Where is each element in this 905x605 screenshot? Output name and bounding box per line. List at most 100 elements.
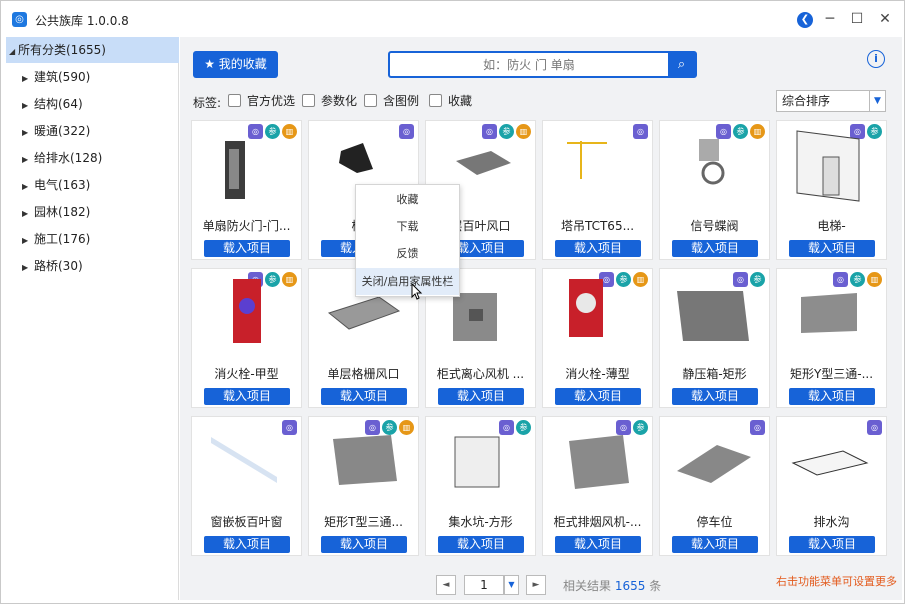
sidebar-item-landscape[interactable]: ▶ 园林(182) <box>6 199 179 225</box>
result-prefix: 相关结果 <box>563 579 612 593</box>
sort-select[interactable]: 综合排序 ▼ <box>776 90 886 112</box>
card-thumbnail <box>785 435 880 513</box>
app-logo-icon: ◎ <box>12 12 27 27</box>
card-name: 电梯- <box>817 219 846 233</box>
checkbox-icon[interactable] <box>429 94 442 107</box>
brand-badge-icon: ◎ <box>633 124 648 139</box>
page-dropdown-icon[interactable]: ▼ <box>504 575 519 595</box>
sidebar-item-plumbing[interactable]: ▶ 给排水(128) <box>6 145 179 171</box>
back-icon[interactable]: ❮ <box>797 12 813 28</box>
load-into-project-button[interactable]: 载入项目 <box>321 536 407 553</box>
load-into-project-button[interactable]: 载入项目 <box>204 536 290 553</box>
param-badge-icon: 参 <box>265 124 280 139</box>
maximize-button[interactable]: ☐ <box>846 9 868 29</box>
collapse-arrow-icon[interactable]: ▶ <box>22 93 34 119</box>
family-card[interactable]: ◎ 停车位 载入项目 <box>659 416 770 556</box>
card-badges: ◎ 参 ▥ <box>480 124 531 139</box>
sidebar-item-label: 电气(163) <box>34 178 91 192</box>
search-icon[interactable]: ⌕ <box>668 53 695 76</box>
filter-official[interactable]: 官方优选 <box>228 93 295 109</box>
card-name: 矩形Y型三通-... <box>789 367 874 381</box>
prev-page-button[interactable]: ◄ <box>436 575 456 595</box>
collapse-arrow-icon[interactable]: ▶ <box>22 201 34 227</box>
brand-badge-icon: ◎ <box>750 420 765 435</box>
load-into-project-button[interactable]: 载入项目 <box>438 388 524 405</box>
info-icon[interactable]: i <box>867 50 885 68</box>
filter-favorite[interactable]: 收藏 <box>429 93 472 109</box>
checkbox-icon[interactable] <box>302 94 315 107</box>
next-page-button[interactable]: ► <box>526 575 546 595</box>
collapse-arrow-icon[interactable]: ▶ <box>22 174 34 200</box>
page-input[interactable]: 1 <box>464 575 504 595</box>
family-card[interactable]: ◎ 参 ▥ 消火栓-薄型 载入项目 <box>542 268 653 408</box>
family-card[interactable]: ◎ 参 ▥ 单扇防火门-门... 载入项目 <box>191 120 302 260</box>
sidebar-item-road-bridge[interactable]: ▶ 路桥(30) <box>6 253 179 279</box>
card-thumbnail <box>200 435 295 513</box>
load-into-project-button[interactable]: 载入项目 <box>672 536 758 553</box>
card-name: 集水坑-方形 <box>448 515 513 529</box>
family-card[interactable]: ◎ 参 ▥ 消火栓-甲型 载入项目 <box>191 268 302 408</box>
family-card[interactable]: ◎ 参集水坑-方形 载入项目 <box>425 416 536 556</box>
load-into-project-button[interactable]: 载入项目 <box>672 388 758 405</box>
family-card[interactable]: ◎ 排水沟载入项目 <box>776 416 887 556</box>
collapse-arrow-icon[interactable]: ▶ <box>22 147 34 173</box>
ctx-favorite[interactable]: 收藏 <box>356 186 459 213</box>
load-into-project-button[interactable]: 载入项目 <box>555 388 641 405</box>
family-card[interactable]: ◎ 参静压箱-矩形 载入项目 <box>659 268 770 408</box>
card-name: 窗嵌板百叶窗 <box>210 515 283 529</box>
param-badge-icon: 参 <box>633 420 648 435</box>
minimize-button[interactable]: ─ <box>819 9 841 29</box>
load-into-project-button[interactable]: 载入项目 <box>204 240 290 257</box>
ctx-toggle-property-bar[interactable]: 关闭/启用家属性栏 <box>356 268 459 295</box>
load-into-project-button[interactable]: 载入项目 <box>438 536 524 553</box>
ctx-download[interactable]: 下载 <box>356 213 459 240</box>
close-button[interactable]: ✕ <box>874 9 896 29</box>
checkbox-icon[interactable] <box>228 94 241 107</box>
load-into-project-button[interactable]: 载入项目 <box>555 240 641 257</box>
load-into-project-button[interactable]: 载入项目 <box>321 388 407 405</box>
family-card[interactable]: ◎ 参电梯- 载入项目 <box>776 120 887 260</box>
load-into-project-button[interactable]: 载入项目 <box>789 240 875 257</box>
brand-badge-icon: ◎ <box>867 420 882 435</box>
sidebar-item-hvac[interactable]: ▶ 暖通(322) <box>6 118 179 144</box>
sidebar-item-construction[interactable]: ▶ 施工(176) <box>6 226 179 252</box>
card-name: 排水沟 <box>813 515 850 529</box>
sidebar-item-architecture[interactable]: ▶ 建筑(590) <box>6 64 179 90</box>
ctx-feedback[interactable]: 反馈 <box>356 240 459 267</box>
filter-legend[interactable]: 含图例 <box>364 93 419 109</box>
load-into-project-button[interactable]: 载入项目 <box>789 536 875 553</box>
sidebar-item-all[interactable]: ◢ 所有分类(1655) <box>6 37 179 63</box>
family-card[interactable]: ◎ 窗嵌板百叶窗 载入项目 <box>191 416 302 556</box>
card-badges: ◎ 参 ▥ <box>246 272 297 287</box>
family-card[interactable]: ◎ 参 ▥ 矩形T型三通... 载入项目 <box>308 416 419 556</box>
sidebar-item-structure[interactable]: ▶ 结构(64) <box>6 91 179 117</box>
sidebar-item-electrical[interactable]: ▶ 电气(163) <box>6 172 179 198</box>
collapse-arrow-icon[interactable]: ▶ <box>22 255 34 281</box>
load-into-project-button[interactable]: 载入项目 <box>672 240 758 257</box>
load-into-project-button[interactable]: 载入项目 <box>204 388 290 405</box>
load-into-project-button[interactable]: 载入项目 <box>555 536 641 553</box>
legend-badge-icon: ▥ <box>633 272 648 287</box>
collapse-arrow-icon[interactable]: ▶ <box>22 228 34 254</box>
param-badge-icon: 参 <box>750 272 765 287</box>
card-thumbnail <box>434 287 529 365</box>
family-card[interactable]: ◎ 参 ▥ 信号蝶阀 载入项目 <box>659 120 770 260</box>
collapse-arrow-icon[interactable]: ▶ <box>22 120 34 146</box>
filter-parametric[interactable]: 参数化 <box>302 93 357 109</box>
load-into-project-button[interactable]: 载入项目 <box>789 388 875 405</box>
legend-badge-icon: ▥ <box>282 124 297 139</box>
family-card[interactable]: ◎ 参 ▥ 矩形Y型三通-... 载入项目 <box>776 268 887 408</box>
collapse-arrow-icon[interactable]: ▶ <box>22 66 34 92</box>
my-favorites-button[interactable]: ★ 我的收藏 <box>193 51 278 78</box>
brand-badge-icon: ◎ <box>248 124 263 139</box>
family-card[interactable]: ◎ 塔吊TCT65... 载入项目 <box>542 120 653 260</box>
checkbox-icon[interactable] <box>364 94 377 107</box>
card-badges: ◎ 参 <box>848 124 882 139</box>
card-thumbnail <box>785 139 880 217</box>
card-thumbnail <box>785 287 880 365</box>
star-icon: ★ <box>204 57 219 71</box>
family-card[interactable]: ◎ 参柜式排烟风机-... 载入项目 <box>542 416 653 556</box>
chevron-down-icon[interactable]: ▼ <box>869 91 885 111</box>
search-input[interactable] <box>390 53 668 76</box>
expand-arrow-icon[interactable]: ◢ <box>6 39 18 65</box>
